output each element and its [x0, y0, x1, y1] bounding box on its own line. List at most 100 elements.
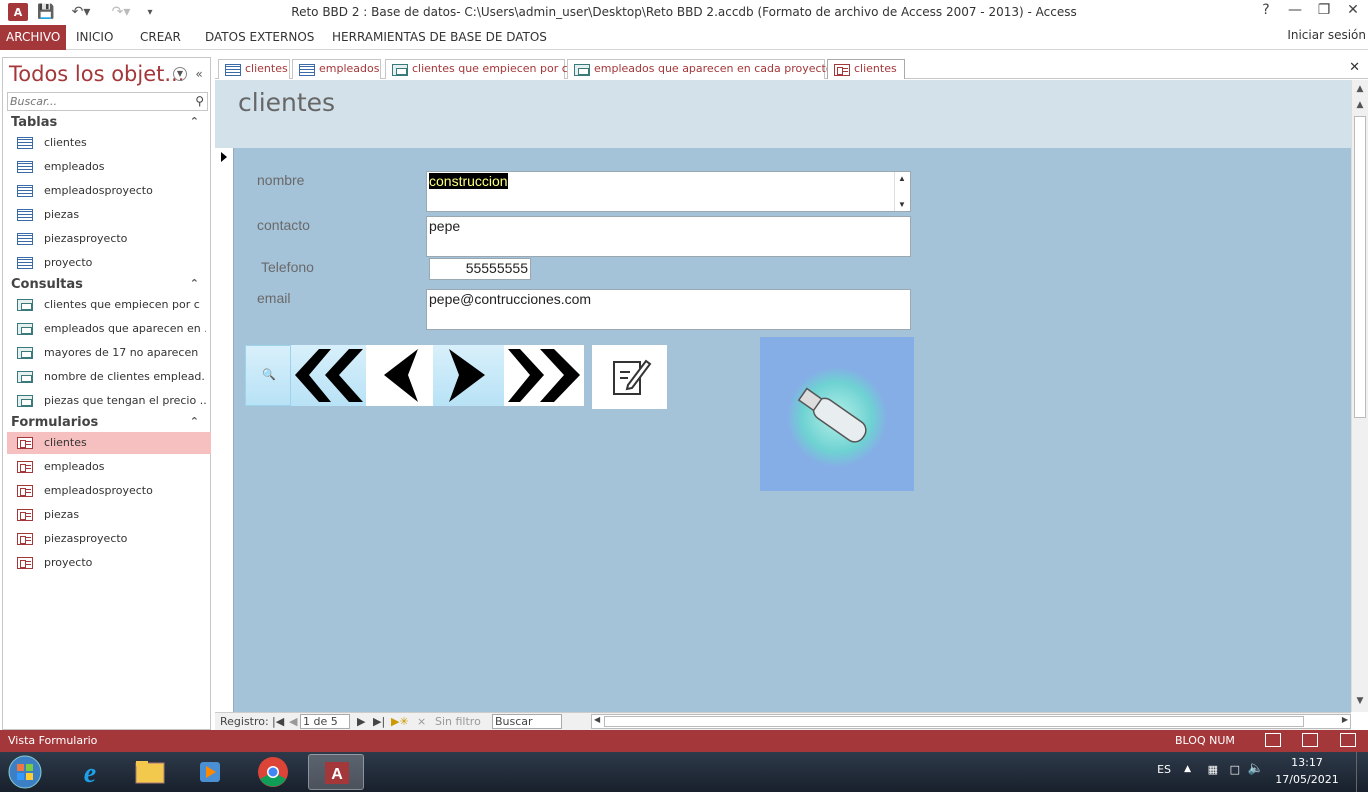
nav-dropdown-icon[interactable]: ▼ [173, 67, 187, 81]
email-field[interactable]: pepe@contrucciones.com [426, 289, 911, 330]
doc-tab[interactable]: clientes [218, 59, 290, 79]
tab-herramientas[interactable]: HERRAMIENTAS DE BASE DE DATOS [326, 25, 553, 50]
query-icon [17, 299, 33, 311]
taskbar-media-player[interactable] [182, 754, 238, 790]
taskbar-file-explorer[interactable] [122, 754, 178, 790]
nombre-field[interactable]: construccion ▲ ▼ [426, 171, 911, 212]
taskbar-access[interactable]: A [308, 754, 364, 790]
nav-item-table[interactable]: piezas [7, 204, 211, 226]
doc-tab[interactable]: empleados [292, 59, 381, 79]
table-icon [17, 161, 33, 173]
show-hidden-icons[interactable]: ▲ [1184, 764, 1191, 774]
prev-record-icon[interactable]: ◀ [289, 715, 297, 728]
next-record-icon[interactable]: ▶ [357, 715, 365, 728]
nav-item-form[interactable]: piezas [7, 504, 211, 526]
scroll-down-icon[interactable]: ▼ [898, 200, 906, 209]
form-icon [17, 533, 33, 545]
last-record-icon[interactable]: ▶| [373, 715, 385, 728]
edit-record-button[interactable] [592, 345, 667, 409]
nav-item-query[interactable]: mayores de 17 no aparecen [7, 342, 211, 364]
telefono-field[interactable]: 55555555 [429, 258, 531, 280]
collapse-group-icon[interactable]: ⌃ [190, 277, 199, 290]
nav-item-query[interactable]: piezas que tengan el precio ... [7, 390, 211, 412]
collapse-group-icon[interactable]: ⌃ [190, 115, 199, 128]
show-desktop-button[interactable] [1356, 752, 1368, 792]
group-label: Tablas [11, 115, 58, 130]
scroll-left-icon[interactable]: ◀ [594, 715, 600, 724]
doc-tab[interactable]: clientes que empiecen por c [385, 59, 568, 79]
taskbar-chrome[interactable] [245, 754, 301, 790]
search-icon[interactable]: ⚲ [195, 94, 204, 108]
record-search-input[interactable]: Buscar [492, 714, 562, 729]
scroll-down-icon[interactable]: ▼ [1354, 696, 1366, 708]
first-record-icon[interactable]: |◀ [272, 715, 284, 728]
clock-time[interactable]: 13:17 [1272, 756, 1342, 769]
datasheet-view-icon[interactable] [1302, 733, 1318, 747]
nav-item-table[interactable]: empleadosproyecto [7, 180, 211, 202]
group-formularios[interactable]: Formularios ⌃ [11, 415, 203, 433]
nav-item-form[interactable]: empleados [7, 456, 211, 478]
previous-record-button[interactable] [366, 345, 433, 406]
filter-status[interactable]: Sin filtro [435, 715, 481, 728]
scroll-thumb[interactable] [1354, 116, 1366, 418]
tab-crear[interactable]: CREAR [134, 25, 187, 50]
scroll-up-icon[interactable]: ▲ [898, 174, 906, 183]
scroll-up-icon[interactable]: ▲ [1354, 84, 1366, 96]
doc-tab-active[interactable]: clientes [827, 59, 905, 79]
signin-link[interactable]: Iniciar sesión [1287, 28, 1366, 42]
nav-item-table[interactable]: empleados [7, 156, 211, 178]
nav-item-table[interactable]: clientes [7, 132, 211, 154]
nav-item-table[interactable]: proyecto [7, 252, 211, 274]
nav-item-form[interactable]: proyecto [7, 552, 211, 574]
first-record-button[interactable] [291, 345, 366, 406]
start-button[interactable] [2, 754, 48, 790]
tab-inicio[interactable]: INICIO [70, 25, 119, 50]
language-indicator[interactable]: ES [1157, 763, 1171, 776]
help-button[interactable]: ? [1252, 2, 1280, 22]
search-record-button[interactable]: 🔍 [245, 345, 291, 406]
scroll-right-icon[interactable]: ▶ [1342, 715, 1348, 724]
clock-date[interactable]: 17/05/2021 [1272, 773, 1342, 786]
nav-item-label: empleados [44, 160, 105, 173]
nav-item-query[interactable]: clientes que empiecen por c [7, 294, 211, 316]
nav-item-query[interactable]: empleados que aparecen en ... [7, 318, 211, 340]
contacto-field[interactable]: pepe [426, 216, 911, 257]
tab-datos-externos[interactable]: DATOS EXTERNOS [199, 25, 320, 50]
record-selector[interactable] [215, 148, 234, 712]
next-record-button[interactable] [433, 345, 504, 406]
collapse-group-icon[interactable]: ⌃ [190, 415, 199, 428]
collapse-pane-icon[interactable]: « [191, 67, 207, 83]
minimize-button[interactable]: — [1281, 2, 1309, 22]
nav-pane-title[interactable]: Todos los objet... [9, 62, 184, 86]
restore-button[interactable]: ❐ [1310, 2, 1338, 22]
tab-archivo[interactable]: ARCHIVO [0, 25, 67, 50]
taskbar-internet-explorer[interactable]: e [62, 754, 118, 790]
record-position-input[interactable]: 1 de 5 [300, 714, 350, 729]
close-document-icon[interactable]: ✕ [1349, 60, 1360, 75]
volume-icon[interactable]: 🔈 [1248, 761, 1264, 776]
doc-tab-label: empleados que aparecen en cada proyecto [594, 62, 833, 75]
horizontal-scrollbar[interactable]: ◀ ▶ [591, 714, 1351, 729]
nav-item-form[interactable]: clientes [7, 432, 211, 454]
group-tablas[interactable]: Tablas ⌃ [11, 115, 203, 133]
action-center-icon[interactable]: □ [1230, 763, 1240, 776]
nav-item-table[interactable]: piezasproyecto [7, 228, 211, 250]
scroll-up-icon[interactable]: ▲ [1354, 100, 1366, 112]
nav-search-input[interactable] [8, 93, 188, 110]
nav-item-form[interactable]: empleadosproyecto [7, 480, 211, 502]
nav-item-query[interactable]: nombre de clientes emplead... [7, 366, 211, 388]
network-icon[interactable]: ▦ [1208, 763, 1218, 776]
form-scrollbar[interactable]: ▲ ▲ ▼ [1351, 80, 1368, 712]
scroll-thumb[interactable] [604, 716, 1304, 727]
field-scrollbar[interactable]: ▲ ▼ [894, 172, 910, 211]
group-consultas[interactable]: Consultas ⌃ [11, 277, 203, 295]
nav-item-label: mayores de 17 no aparecen [44, 346, 199, 359]
close-button[interactable]: ✕ [1339, 2, 1367, 22]
design-view-icon[interactable] [1340, 733, 1356, 747]
doc-tab-label: clientes [245, 62, 288, 75]
form-view-icon[interactable] [1265, 733, 1281, 747]
last-record-button[interactable] [504, 345, 584, 406]
doc-tab[interactable]: empleados que aparecen en cada proyecto [567, 59, 833, 79]
nav-item-form[interactable]: piezasproyecto [7, 528, 211, 550]
new-record-icon[interactable]: ▶✳ [391, 715, 409, 728]
